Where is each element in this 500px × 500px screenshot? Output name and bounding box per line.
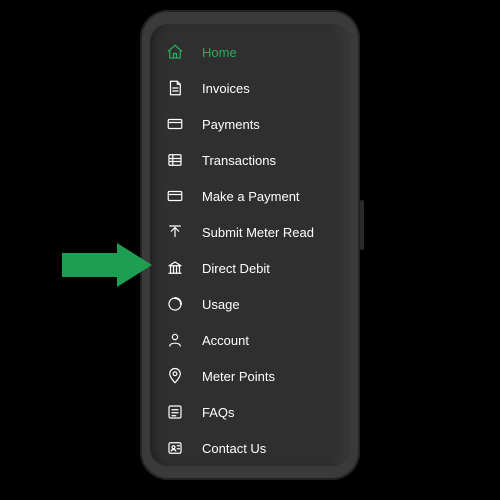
menu-item-make-payment[interactable]: Make a Payment <box>150 178 350 214</box>
menu-item-home[interactable]: Home <box>150 34 350 70</box>
phone-side-button <box>360 200 364 250</box>
menu-item-label: Account <box>202 333 249 348</box>
menu-item-label: Meter Points <box>202 369 275 384</box>
menu-item-usage[interactable]: Usage <box>150 286 350 322</box>
person-icon <box>164 329 186 351</box>
card-icon <box>164 113 186 135</box>
document-icon <box>164 77 186 99</box>
menu-item-direct-debit[interactable]: Direct Debit <box>150 250 350 286</box>
menu-item-transactions[interactable]: Transactions <box>150 142 350 178</box>
menu-item-label: Home <box>202 45 237 60</box>
menu-item-label: Transactions <box>202 153 276 168</box>
menu-item-contact[interactable]: Contact Us <box>150 430 350 466</box>
menu-item-label: Direct Debit <box>202 261 270 276</box>
list-icon <box>164 149 186 171</box>
menu-item-label: Invoices <box>202 81 250 96</box>
menu-item-label: Submit Meter Read <box>202 225 314 240</box>
menu-item-label: Contact Us <box>202 441 266 456</box>
menu-item-submit-read[interactable]: Submit Meter Read <box>150 214 350 250</box>
menu-item-label: Usage <box>202 297 240 312</box>
nav-menu: Home Invoices Payments Transactions <box>150 24 350 466</box>
bank-icon <box>164 257 186 279</box>
card-icon <box>164 185 186 207</box>
home-icon <box>164 41 186 63</box>
phone-screen: Home Invoices Payments Transactions <box>150 24 350 466</box>
menu-item-payments[interactable]: Payments <box>150 106 350 142</box>
upload-icon <box>164 221 186 243</box>
menu-item-faqs[interactable]: FAQs <box>150 394 350 430</box>
menu-item-label: FAQs <box>202 405 235 420</box>
phone-frame: Home Invoices Payments Transactions <box>140 10 360 480</box>
menu-item-label: Make a Payment <box>202 189 300 204</box>
progress-icon <box>164 293 186 315</box>
pin-icon <box>164 365 186 387</box>
faq-icon <box>164 401 186 423</box>
menu-item-label: Payments <box>202 117 260 132</box>
contact-icon <box>164 437 186 459</box>
pointer-arrow <box>62 243 152 287</box>
menu-item-invoices[interactable]: Invoices <box>150 70 350 106</box>
menu-item-meter-points[interactable]: Meter Points <box>150 358 350 394</box>
menu-item-account[interactable]: Account <box>150 322 350 358</box>
